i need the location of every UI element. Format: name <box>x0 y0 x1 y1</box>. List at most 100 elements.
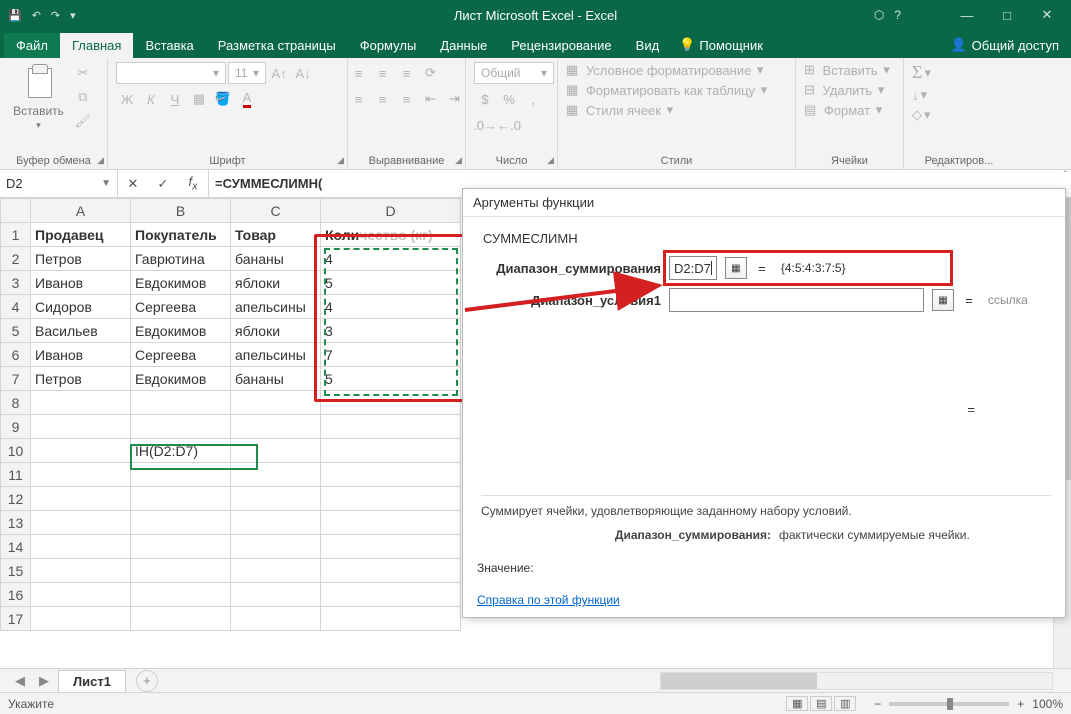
tab-file[interactable]: Файл <box>4 33 60 58</box>
paste-button[interactable]: Вставить ▾ <box>13 62 64 131</box>
cell[interactable] <box>131 391 231 415</box>
cell[interactable]: 5 <box>321 271 461 295</box>
cell[interactable]: яблоки <box>231 319 321 343</box>
col-header-D[interactable]: D <box>321 199 461 223</box>
format-cells-button[interactable]: ▤ Формат ▾ <box>804 102 882 118</box>
cell[interactable] <box>31 391 131 415</box>
cell[interactable] <box>231 511 321 535</box>
clear-icon[interactable]: ◇ <box>912 107 922 123</box>
align-center-icon[interactable]: ≡ <box>372 88 394 110</box>
row-header[interactable]: 14 <box>1 535 31 559</box>
cell[interactable] <box>31 463 131 487</box>
font-color-icon[interactable]: A <box>236 88 258 110</box>
help-icon[interactable]: ? <box>894 8 901 22</box>
orientation-icon[interactable]: ⟳ <box>420 62 442 84</box>
conditional-formatting-button[interactable]: ▦ Условное форматирование ▾ <box>566 62 763 78</box>
cell[interactable]: апельсины <box>231 343 321 367</box>
view-normal-icon[interactable]: ▦ <box>786 696 808 711</box>
cell[interactable]: Товар <box>231 223 321 247</box>
cell[interactable]: Сергеева <box>131 295 231 319</box>
cell[interactable] <box>321 559 461 583</box>
sheet-nav-prev-icon[interactable]: ◀ <box>10 673 30 689</box>
cell-styles-button[interactable]: ▦ Стили ячеек ▾ <box>566 102 673 118</box>
insert-cells-button[interactable]: ⊞ Вставить ▾ <box>804 62 890 78</box>
copy-icon[interactable]: ⧉ <box>72 86 94 108</box>
cell[interactable] <box>321 463 461 487</box>
cell[interactable]: Количество (кг) <box>321 223 461 247</box>
align-right-icon[interactable]: ≡ <box>396 88 418 110</box>
cell[interactable] <box>321 607 461 631</box>
arg1-ref-button[interactable]: ▦ <box>725 257 747 279</box>
cell[interactable] <box>231 415 321 439</box>
close-button[interactable]: ✕ <box>1027 0 1067 30</box>
sheet-nav-next-icon[interactable]: ▶ <box>34 673 54 689</box>
row-header[interactable]: 15 <box>1 559 31 583</box>
name-box[interactable]: D2 ▼ <box>0 170 118 197</box>
increase-font-icon[interactable]: A↑ <box>268 62 290 84</box>
zoom-value[interactable]: 100% <box>1032 697 1063 711</box>
align-middle-icon[interactable]: ≡ <box>372 62 394 84</box>
col-header-C[interactable]: C <box>231 199 321 223</box>
dialog-help-link[interactable]: Справка по этой функции <box>477 593 620 607</box>
cell[interactable]: Евдокимов <box>131 367 231 391</box>
cell[interactable] <box>31 559 131 583</box>
autosum-icon[interactable]: Σ <box>912 62 922 83</box>
cell[interactable]: Сергеева <box>131 343 231 367</box>
cell[interactable] <box>231 607 321 631</box>
percent-icon[interactable]: % <box>498 88 520 110</box>
zoom-out-icon[interactable]: − <box>874 697 881 711</box>
share-button[interactable]: 👤Общий доступ <box>938 32 1071 58</box>
cell[interactable] <box>31 511 131 535</box>
tab-review[interactable]: Рецензирование <box>499 33 623 58</box>
cell[interactable] <box>231 439 321 463</box>
cell[interactable] <box>321 583 461 607</box>
align-left-icon[interactable]: ≡ <box>348 88 370 110</box>
cell[interactable]: Иванов <box>31 271 131 295</box>
maximize-button[interactable]: □ <box>987 0 1027 30</box>
cell[interactable] <box>131 583 231 607</box>
col-header-A[interactable]: A <box>31 199 131 223</box>
arg2-ref-button[interactable]: ▦ <box>932 289 954 311</box>
currency-icon[interactable]: $ <box>474 88 496 110</box>
decrease-decimal-icon[interactable]: ←.0 <box>498 114 520 136</box>
cell[interactable]: Покупатель <box>131 223 231 247</box>
cell[interactable] <box>131 559 231 583</box>
ribbon-options-icon[interactable]: ⬡ <box>874 8 884 22</box>
cell[interactable] <box>31 487 131 511</box>
borders-icon[interactable]: ▦ <box>188 88 210 110</box>
comma-icon[interactable]: , <box>522 88 544 110</box>
enter-formula-icon[interactable]: ✓ <box>148 176 178 192</box>
fontsize-combo[interactable]: 11▾ <box>228 62 266 84</box>
col-header-B[interactable]: B <box>131 199 231 223</box>
cell[interactable]: Гаврютина <box>131 247 231 271</box>
align-bottom-icon[interactable]: ≡ <box>396 62 418 84</box>
tab-insert[interactable]: Вставка <box>133 33 205 58</box>
fx-icon[interactable]: fx <box>178 174 208 193</box>
cell[interactable] <box>231 535 321 559</box>
cell[interactable] <box>131 415 231 439</box>
cell[interactable] <box>321 391 461 415</box>
horizontal-scrollbar[interactable] <box>660 672 1053 690</box>
cell[interactable]: 4 <box>321 295 461 319</box>
qat-customize-icon[interactable]: ▾ <box>70 9 76 22</box>
row-header[interactable]: 10 <box>1 439 31 463</box>
row-header[interactable]: 5 <box>1 319 31 343</box>
cell[interactable] <box>31 439 131 463</box>
align-launcher-icon[interactable]: ◢ <box>455 155 462 166</box>
cell[interactable] <box>321 535 461 559</box>
cell[interactable] <box>31 535 131 559</box>
cell[interactable]: бананы <box>231 247 321 271</box>
cell[interactable] <box>231 463 321 487</box>
font-launcher-icon[interactable]: ◢ <box>337 155 344 166</box>
decrease-font-icon[interactable]: A↓ <box>292 62 314 84</box>
row-header[interactable]: 12 <box>1 487 31 511</box>
redo-icon[interactable]: ↷ <box>51 9 60 22</box>
tab-formulas[interactable]: Формулы <box>348 33 429 58</box>
row-header[interactable]: 6 <box>1 343 31 367</box>
view-pagelayout-icon[interactable]: ▤ <box>810 696 832 711</box>
collapse-ribbon-icon[interactable]: ˇ <box>1064 170 1067 181</box>
cell[interactable] <box>31 583 131 607</box>
font-combo[interactable]: ▾ <box>116 62 226 84</box>
italic-button[interactable]: К <box>140 88 162 110</box>
row-header[interactable]: 13 <box>1 511 31 535</box>
